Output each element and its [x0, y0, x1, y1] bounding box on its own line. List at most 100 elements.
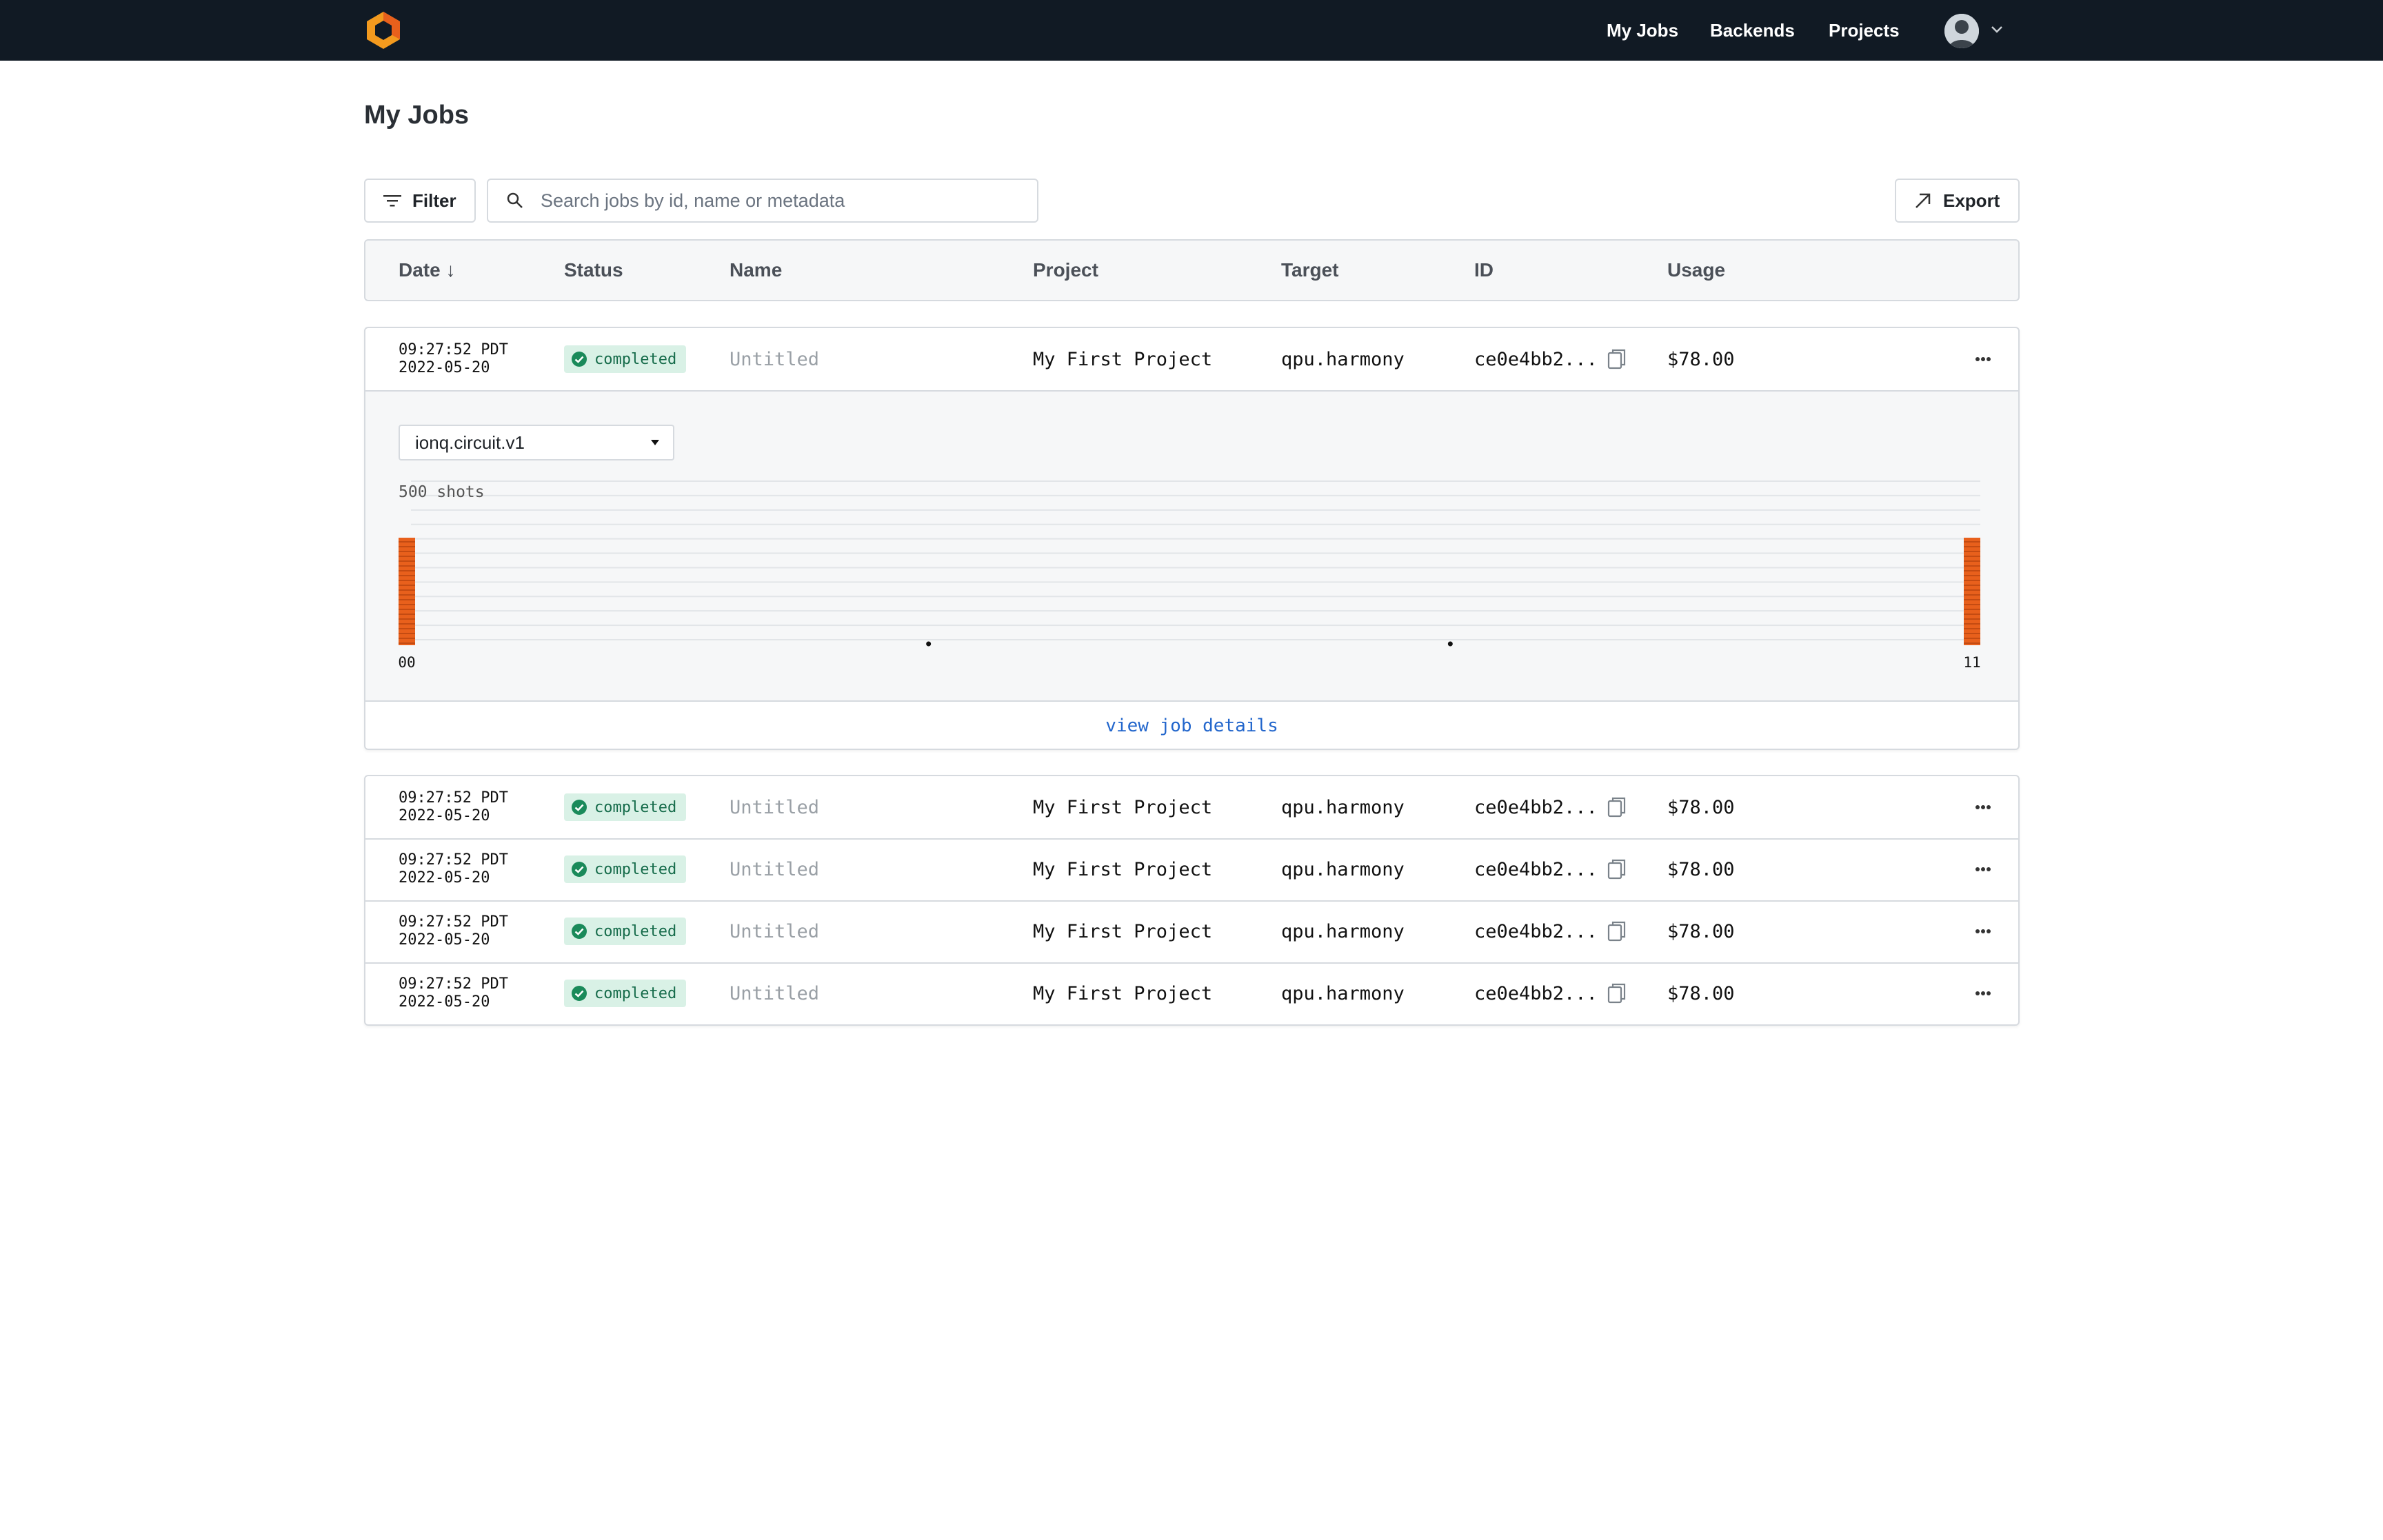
job-usage: $78.00	[1667, 796, 1735, 818]
column-header-name: Name	[730, 259, 783, 281]
job-date: 2022-05-20	[399, 807, 490, 824]
check-circle-icon	[572, 862, 587, 877]
more-options-icon[interactable]	[1969, 793, 1997, 821]
status-label: completed	[594, 922, 677, 940]
search-input[interactable]	[541, 190, 1023, 212]
status-badge: completed	[564, 793, 687, 821]
job-usage: $78.00	[1667, 982, 1735, 1004]
job-name: Untitled	[730, 982, 820, 1004]
row-menu[interactable]	[1969, 900, 1997, 962]
job-id-cell: ce0e4bb2...	[1474, 328, 1627, 390]
job-usage: $78.00	[1667, 858, 1735, 880]
top-nav-bar: My Jobs Backends Projects	[0, 0, 2383, 61]
avatar-image-icon	[1944, 14, 1979, 48]
copy-icon[interactable]	[1607, 796, 1627, 818]
column-header-date[interactable]: Date ↓	[399, 241, 455, 300]
job-timestamp: 09:27:52 PDT 2022-05-20	[399, 838, 508, 900]
status-badge: completed	[564, 345, 687, 373]
status-cell: completed	[564, 900, 687, 962]
copy-icon[interactable]	[1607, 982, 1627, 1004]
table-row[interactable]: 09:27:52 PDT 2022-05-20 completed Untitl…	[365, 962, 2018, 1024]
row-divider	[365, 838, 2018, 840]
copy-icon[interactable]	[1607, 858, 1627, 880]
column-header-status: Status	[564, 259, 623, 281]
job-id: ce0e4bb2...	[1474, 796, 1598, 818]
job-name: Untitled	[730, 920, 820, 942]
page-title: My Jobs	[364, 101, 470, 130]
copy-icon[interactable]	[1607, 920, 1627, 942]
job-date: 2022-05-20	[399, 869, 490, 886]
search-icon	[507, 192, 523, 208]
table-row[interactable]: 09:27:52 PDT 2022-05-20 completed Untitl…	[365, 776, 2018, 838]
row-menu[interactable]	[1969, 328, 1997, 390]
filter-button[interactable]: Filter	[364, 179, 476, 223]
table-row[interactable]: 09:27:52 PDT 2022-05-20 completed Untitl…	[365, 838, 2018, 900]
column-header-usage: Usage	[1667, 259, 1726, 281]
job-time: 09:27:52 PDT	[399, 913, 508, 931]
search-box[interactable]	[487, 179, 1038, 223]
nav-projects[interactable]: Projects	[1829, 0, 1900, 61]
check-circle-icon	[572, 352, 587, 367]
status-label: completed	[594, 984, 677, 1002]
job-id: ce0e4bb2...	[1474, 348, 1598, 370]
job-project[interactable]: My First Project	[1033, 900, 1212, 962]
job-time: 09:27:52 PDT	[399, 851, 508, 869]
row-menu[interactable]	[1969, 962, 1997, 1024]
row-menu[interactable]	[1969, 838, 1997, 900]
copy-icon[interactable]	[1607, 348, 1627, 370]
job-project[interactable]: My First Project	[1033, 838, 1212, 900]
chart-point-01[interactable]	[926, 641, 932, 647]
status-cell: completed	[564, 776, 687, 838]
status-cell: completed	[564, 838, 687, 900]
job-time: 09:27:52 PDT	[399, 975, 508, 993]
nav-my-jobs[interactable]: My Jobs	[1607, 0, 1678, 61]
job-time: 09:27:52 PDT	[399, 341, 508, 358]
chart-bar-00[interactable]	[399, 538, 415, 645]
chevron-down-icon[interactable]	[1989, 21, 2005, 37]
more-options-icon[interactable]	[1969, 918, 1997, 945]
view-job-details-link[interactable]: view job details	[365, 700, 2018, 749]
status-label: completed	[594, 860, 677, 878]
ionq-logo-icon[interactable]	[363, 10, 404, 51]
job-result-panel: ionq.circuit.v1 500 shots 00 11	[365, 390, 2018, 700]
nav-backends[interactable]: Backends	[1710, 0, 1795, 61]
status-label: completed	[594, 350, 677, 368]
chart-bar-11[interactable]	[1964, 538, 1980, 645]
job-timestamp: 09:27:52 PDT 2022-05-20	[399, 776, 508, 838]
chart-y-label: 500 shots	[399, 483, 485, 501]
chart-tick-label-00: 00	[398, 654, 415, 671]
row-divider	[365, 962, 2018, 964]
job-id: ce0e4bb2...	[1474, 982, 1598, 1004]
jobs-table-header: Date ↓ Status Name Project Target ID Usa…	[364, 239, 2020, 301]
job-id: ce0e4bb2...	[1474, 858, 1598, 880]
job-timestamp: 09:27:52 PDT 2022-05-20	[399, 962, 508, 1024]
export-button[interactable]: Export	[1895, 179, 2020, 223]
job-project[interactable]: My First Project	[1033, 328, 1212, 390]
user-avatar[interactable]	[1944, 14, 1979, 48]
table-row[interactable]: 09:27:52 PDT 2022-05-20 completed Untitl…	[365, 328, 2018, 390]
job-target: qpu.harmony	[1281, 796, 1405, 818]
chart-point-10[interactable]	[1447, 641, 1453, 647]
check-circle-icon	[572, 986, 587, 1001]
check-circle-icon	[572, 924, 587, 939]
row-menu[interactable]	[1969, 776, 1997, 838]
job-target: qpu.harmony	[1281, 920, 1405, 942]
job-project[interactable]: My First Project	[1033, 962, 1212, 1024]
job-id-cell: ce0e4bb2...	[1474, 776, 1627, 838]
column-header-project: Project	[1033, 259, 1098, 281]
more-options-icon[interactable]	[1969, 855, 1997, 883]
status-cell: completed	[564, 328, 687, 390]
status-badge: completed	[564, 980, 687, 1007]
status-label: completed	[594, 798, 677, 816]
job-id-cell: ce0e4bb2...	[1474, 838, 1627, 900]
chart-tick-label-11: 11	[1963, 654, 1980, 671]
job-usage: $78.00	[1667, 920, 1735, 942]
job-id-cell: ce0e4bb2...	[1474, 962, 1627, 1024]
more-options-icon[interactable]	[1969, 345, 1997, 373]
job-target: qpu.harmony	[1281, 982, 1405, 1004]
more-options-icon[interactable]	[1969, 980, 1997, 1007]
histogram-chart: 500 shots 00 11	[398, 480, 1981, 671]
table-row[interactable]: 09:27:52 PDT 2022-05-20 completed Untitl…	[365, 900, 2018, 962]
job-project[interactable]: My First Project	[1033, 776, 1212, 838]
row-divider	[365, 900, 2018, 902]
